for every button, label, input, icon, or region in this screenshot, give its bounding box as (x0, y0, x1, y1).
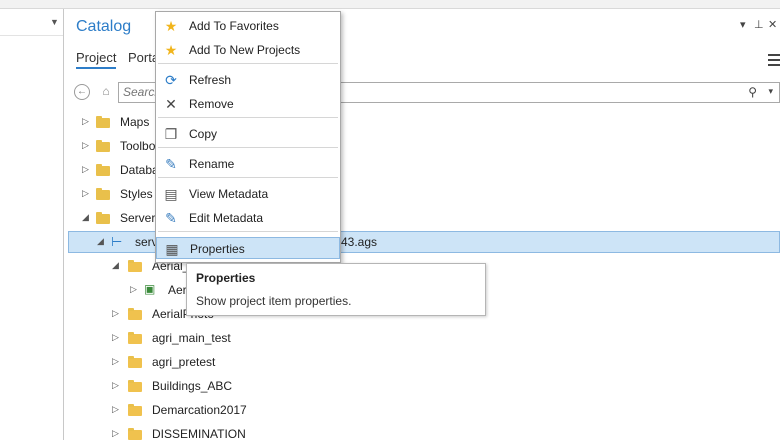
menu-item-label: Properties (190, 242, 245, 256)
collapse-arrow-icon[interactable]: ◢ (97, 236, 104, 247)
database-folder-icon (96, 164, 110, 176)
tree-item-label: DISSEMINATION (152, 427, 246, 441)
catalog-title: Catalog (76, 18, 132, 35)
menu-item-label: Edit Metadata (189, 211, 264, 225)
tooltip-description: Show project item properties. (196, 294, 352, 308)
remove-icon: ✕ (165, 96, 177, 112)
menu-separator (158, 117, 338, 118)
tree-item-label: Toolbo (120, 139, 156, 153)
menu-item-label: Copy (189, 127, 218, 141)
folder-icon (128, 332, 142, 344)
star-icon: ★ (164, 18, 178, 34)
tree-item-label: Buildings_ABC (152, 379, 233, 393)
menu-item-remove[interactable]: ✕ Remove (156, 93, 340, 115)
servers-folder-icon (96, 212, 110, 224)
pin-icon[interactable]: ⊥ (754, 18, 764, 31)
expand-arrow-icon[interactable]: ▷ (112, 380, 119, 391)
toolbox-folder-icon (96, 140, 110, 152)
menu-item-label: View Metadata (189, 187, 269, 201)
folder-icon (128, 428, 142, 440)
menu-item-edit-metadata[interactable]: ✎ Edit Metadata (156, 207, 340, 229)
back-arrow-icon[interactable]: ← (74, 84, 90, 100)
expand-arrow-icon[interactable]: ▷ (82, 116, 89, 127)
menu-item-label: Remove (189, 97, 234, 111)
collapse-arrow-icon[interactable]: ◢ (82, 212, 89, 223)
tree-item-label: agri_main_test (152, 331, 231, 345)
expand-arrow-icon[interactable]: ▷ (112, 404, 119, 415)
expand-arrow-icon[interactable]: ▷ (82, 188, 89, 199)
folder-icon (128, 404, 142, 416)
search-dropdown-icon[interactable]: ▾ (768, 86, 773, 97)
tree-item-buildings-abc[interactable]: ▷ Buildings_ABC (68, 376, 780, 398)
expand-arrow-icon[interactable]: ▷ (112, 332, 119, 343)
pane-controls: ▾ ⊥ ✕ (740, 18, 780, 34)
close-icon[interactable]: ✕ (768, 18, 777, 31)
maps-folder-icon (96, 116, 110, 128)
properties-tooltip: Properties Show project item properties. (186, 263, 486, 316)
menu-item-label: Rename (189, 157, 235, 171)
menu-separator (158, 147, 338, 148)
refresh-icon: ⟳ (165, 72, 177, 88)
menu-item-add-to-favorites[interactable]: ★ Add To Favorites (156, 15, 340, 37)
edit-metadata-icon: ✎ (165, 210, 177, 226)
view-metadata-icon: ▤ (164, 186, 178, 202)
copy-icon: ❐ (164, 126, 178, 142)
menu-item-rename[interactable]: ✎ Rename (156, 153, 340, 175)
expand-arrow-icon[interactable]: ▷ (112, 428, 119, 439)
tree-item-label: Maps (120, 115, 150, 129)
expand-arrow-icon[interactable]: ▷ (82, 140, 89, 151)
menu-item-add-to-new-projects[interactable]: ★ Add To New Projects (156, 39, 340, 61)
folder-icon (128, 356, 142, 368)
menu-item-refresh[interactable]: ⟳ Refresh (156, 69, 340, 91)
folder-icon (128, 308, 142, 320)
top-window-strip (0, 0, 780, 9)
styles-folder-icon (96, 188, 110, 200)
context-menu: ★ Add To Favorites ★ Add To New Projects… (155, 11, 341, 263)
chevron-down-icon[interactable]: ▼ (50, 17, 59, 27)
left-pane: ▼ (0, 9, 64, 440)
options-dropdown-icon[interactable]: ▾ (740, 18, 746, 31)
tooltip-title: Properties (196, 271, 256, 285)
collapse-arrow-icon[interactable]: ◢ (112, 260, 119, 271)
menu-separator (158, 63, 338, 64)
expand-arrow-icon[interactable]: ▷ (82, 164, 89, 175)
expand-arrow-icon[interactable]: ▷ (112, 356, 119, 367)
menu-item-label: Refresh (189, 73, 232, 87)
expand-arrow-icon[interactable]: ▷ (112, 308, 119, 319)
search-icon[interactable]: ⚲ (748, 85, 757, 99)
menu-separator (158, 177, 338, 178)
tree-item-dissemination[interactable]: ▷ DISSEMINATION (68, 424, 780, 446)
tree-item-label: Databa (120, 163, 159, 177)
expand-arrow-icon[interactable]: ▷ (130, 284, 137, 295)
rename-icon: ✎ (165, 156, 177, 172)
folder-icon (128, 260, 142, 272)
menu-item-properties[interactable]: ▦ Properties (156, 237, 340, 259)
map-service-icon: ▣ (144, 282, 156, 296)
menu-item-copy[interactable]: ❐ Copy (156, 123, 340, 145)
tree-item-label-suffix: 43.ags (341, 235, 378, 249)
tree-item-label: Demarcation2017 (152, 403, 247, 417)
tree-item-label: Styles (120, 187, 153, 201)
tree-item-agri-main-test[interactable]: ▷ agri_main_test (68, 328, 780, 350)
tree-item-demarcation2017[interactable]: ▷ Demarcation2017 (68, 400, 780, 422)
home-icon[interactable]: ⌂ (98, 83, 114, 99)
menu-item-label: Add To Favorites (189, 19, 279, 33)
left-pane-header: ▼ (0, 9, 63, 36)
hamburger-menu-icon[interactable] (768, 54, 780, 69)
properties-icon: ▦ (165, 241, 179, 257)
tree-item-label: agri_pretest (152, 355, 216, 369)
server-connection-icon: ⊢ (111, 234, 123, 249)
tree-item-agri-pretest[interactable]: ▷ agri_pretest (68, 352, 780, 374)
menu-separator (158, 231, 338, 232)
menu-item-label: Add To New Projects (189, 43, 301, 57)
star-icon: ★ (164, 42, 178, 58)
tree-item-label: Aer (168, 283, 187, 297)
menu-item-view-metadata[interactable]: ▤ View Metadata (156, 183, 340, 205)
folder-icon (128, 380, 142, 392)
tab-project[interactable]: Project (76, 50, 117, 69)
